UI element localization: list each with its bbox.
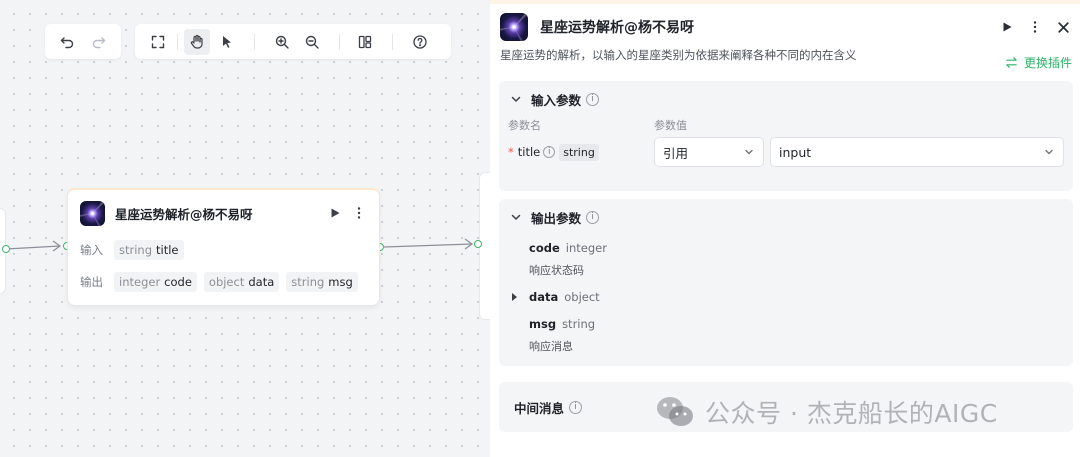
panel-title: 星座运势解析@杨不易呀 bbox=[540, 20, 694, 36]
node-config-panel: 星座运势解析@杨不易呀 星座运势的解析，以输入的星座类别为依据来阐释各种不同的内… bbox=[490, 0, 1080, 457]
plugin-description: 星座运势的解析，以输入的星座类别为依据来阐释各种不同的内在含义 bbox=[500, 48, 857, 62]
value-mode-selected: 引用 bbox=[663, 145, 689, 161]
input-tag: string title bbox=[114, 240, 184, 260]
close-icon[interactable] bbox=[1057, 21, 1070, 34]
watermark: 公众号 · 杰克船长的AIGC bbox=[655, 394, 998, 430]
input-label: 输入 bbox=[80, 243, 103, 257]
wechat-icon bbox=[657, 397, 693, 426]
more-icon[interactable] bbox=[1029, 20, 1041, 34]
chevron-down-icon bbox=[511, 96, 521, 102]
input-params-header[interactable]: 输入参数 i bbox=[499, 81, 1073, 117]
output-tag: integer code bbox=[114, 272, 197, 292]
reference-select[interactable]: input bbox=[770, 137, 1064, 167]
output-label: 输出 bbox=[80, 275, 103, 289]
column-label-value: 参数值 bbox=[654, 119, 687, 132]
chevron-down-icon bbox=[745, 149, 753, 155]
node-title: 星座运势解析@杨不易呀 bbox=[115, 206, 253, 222]
panel-top-accent bbox=[490, 0, 1080, 4]
param-row: * title i string 引用 input bbox=[499, 137, 1073, 167]
workflow-canvas[interactable]: 星座运势解析@杨不易呀 输入 string title 输出 integer cod… bbox=[0, 0, 490, 457]
output-name: msg bbox=[529, 317, 557, 331]
info-icon[interactable]: i bbox=[586, 92, 600, 106]
output-desc: 响应消息 bbox=[529, 340, 573, 353]
chevron-down-icon bbox=[1045, 149, 1053, 155]
node-input-row: 输入 string title bbox=[68, 235, 379, 265]
section-title: 输出参数 bbox=[531, 210, 582, 226]
section-title: 输入参数 bbox=[531, 92, 582, 108]
info-icon[interactable]: i bbox=[543, 146, 556, 158]
output-item-code: code integer 响应状态码 bbox=[499, 241, 607, 278]
param-name: title bbox=[517, 145, 541, 159]
section-title: 中间消息 bbox=[514, 400, 565, 416]
output-name: data bbox=[529, 290, 559, 304]
output-port[interactable] bbox=[2, 245, 10, 253]
param-type: string bbox=[559, 143, 599, 161]
watermark-text: 公众号 · 杰克船长的AIGC bbox=[705, 399, 998, 428]
more-icon[interactable] bbox=[353, 206, 365, 220]
required-mark: * bbox=[508, 145, 514, 159]
plugin-avatar bbox=[80, 200, 105, 226]
node-output-row: 输出 integer code object data string msg bbox=[68, 267, 379, 297]
change-plugin-label: 更换插件 bbox=[1023, 56, 1072, 70]
reference-selected: input bbox=[779, 144, 812, 160]
output-desc: 响应状态码 bbox=[529, 264, 584, 277]
play-icon[interactable] bbox=[329, 207, 341, 219]
change-plugin-button[interactable]: 更换插件 bbox=[1005, 54, 1072, 71]
value-mode-select[interactable]: 引用 bbox=[654, 137, 764, 167]
swap-icon bbox=[1006, 57, 1017, 68]
output-type: object bbox=[564, 290, 600, 304]
output-item-data[interactable]: data object bbox=[499, 290, 600, 304]
output-params-section: 输出参数 i code integer 响应状态码 data object msg s… bbox=[499, 199, 1073, 366]
input-params-section: 输入参数 i 参数名 参数值 * title i string 引用 input bbox=[499, 81, 1073, 191]
input-port[interactable] bbox=[474, 240, 482, 248]
output-params-header[interactable]: 输出参数 i bbox=[499, 199, 1073, 235]
plugin-avatar bbox=[500, 13, 528, 41]
output-name: code bbox=[529, 241, 560, 255]
output-item-msg: msg string 响应消息 bbox=[499, 317, 595, 354]
chevron-down-icon bbox=[511, 214, 521, 220]
output-type: integer bbox=[565, 241, 607, 255]
plugin-node[interactable]: 星座运势解析@杨不易呀 输入 string title 输出 integer cod… bbox=[67, 188, 380, 306]
output-tag: object data bbox=[203, 272, 280, 292]
play-icon[interactable] bbox=[1001, 21, 1013, 33]
column-label-name: 参数名 bbox=[508, 119, 541, 132]
info-icon[interactable]: i bbox=[586, 210, 600, 224]
output-tag: string msg bbox=[286, 272, 358, 292]
info-icon[interactable]: i bbox=[569, 400, 583, 414]
output-type: string bbox=[562, 317, 596, 331]
